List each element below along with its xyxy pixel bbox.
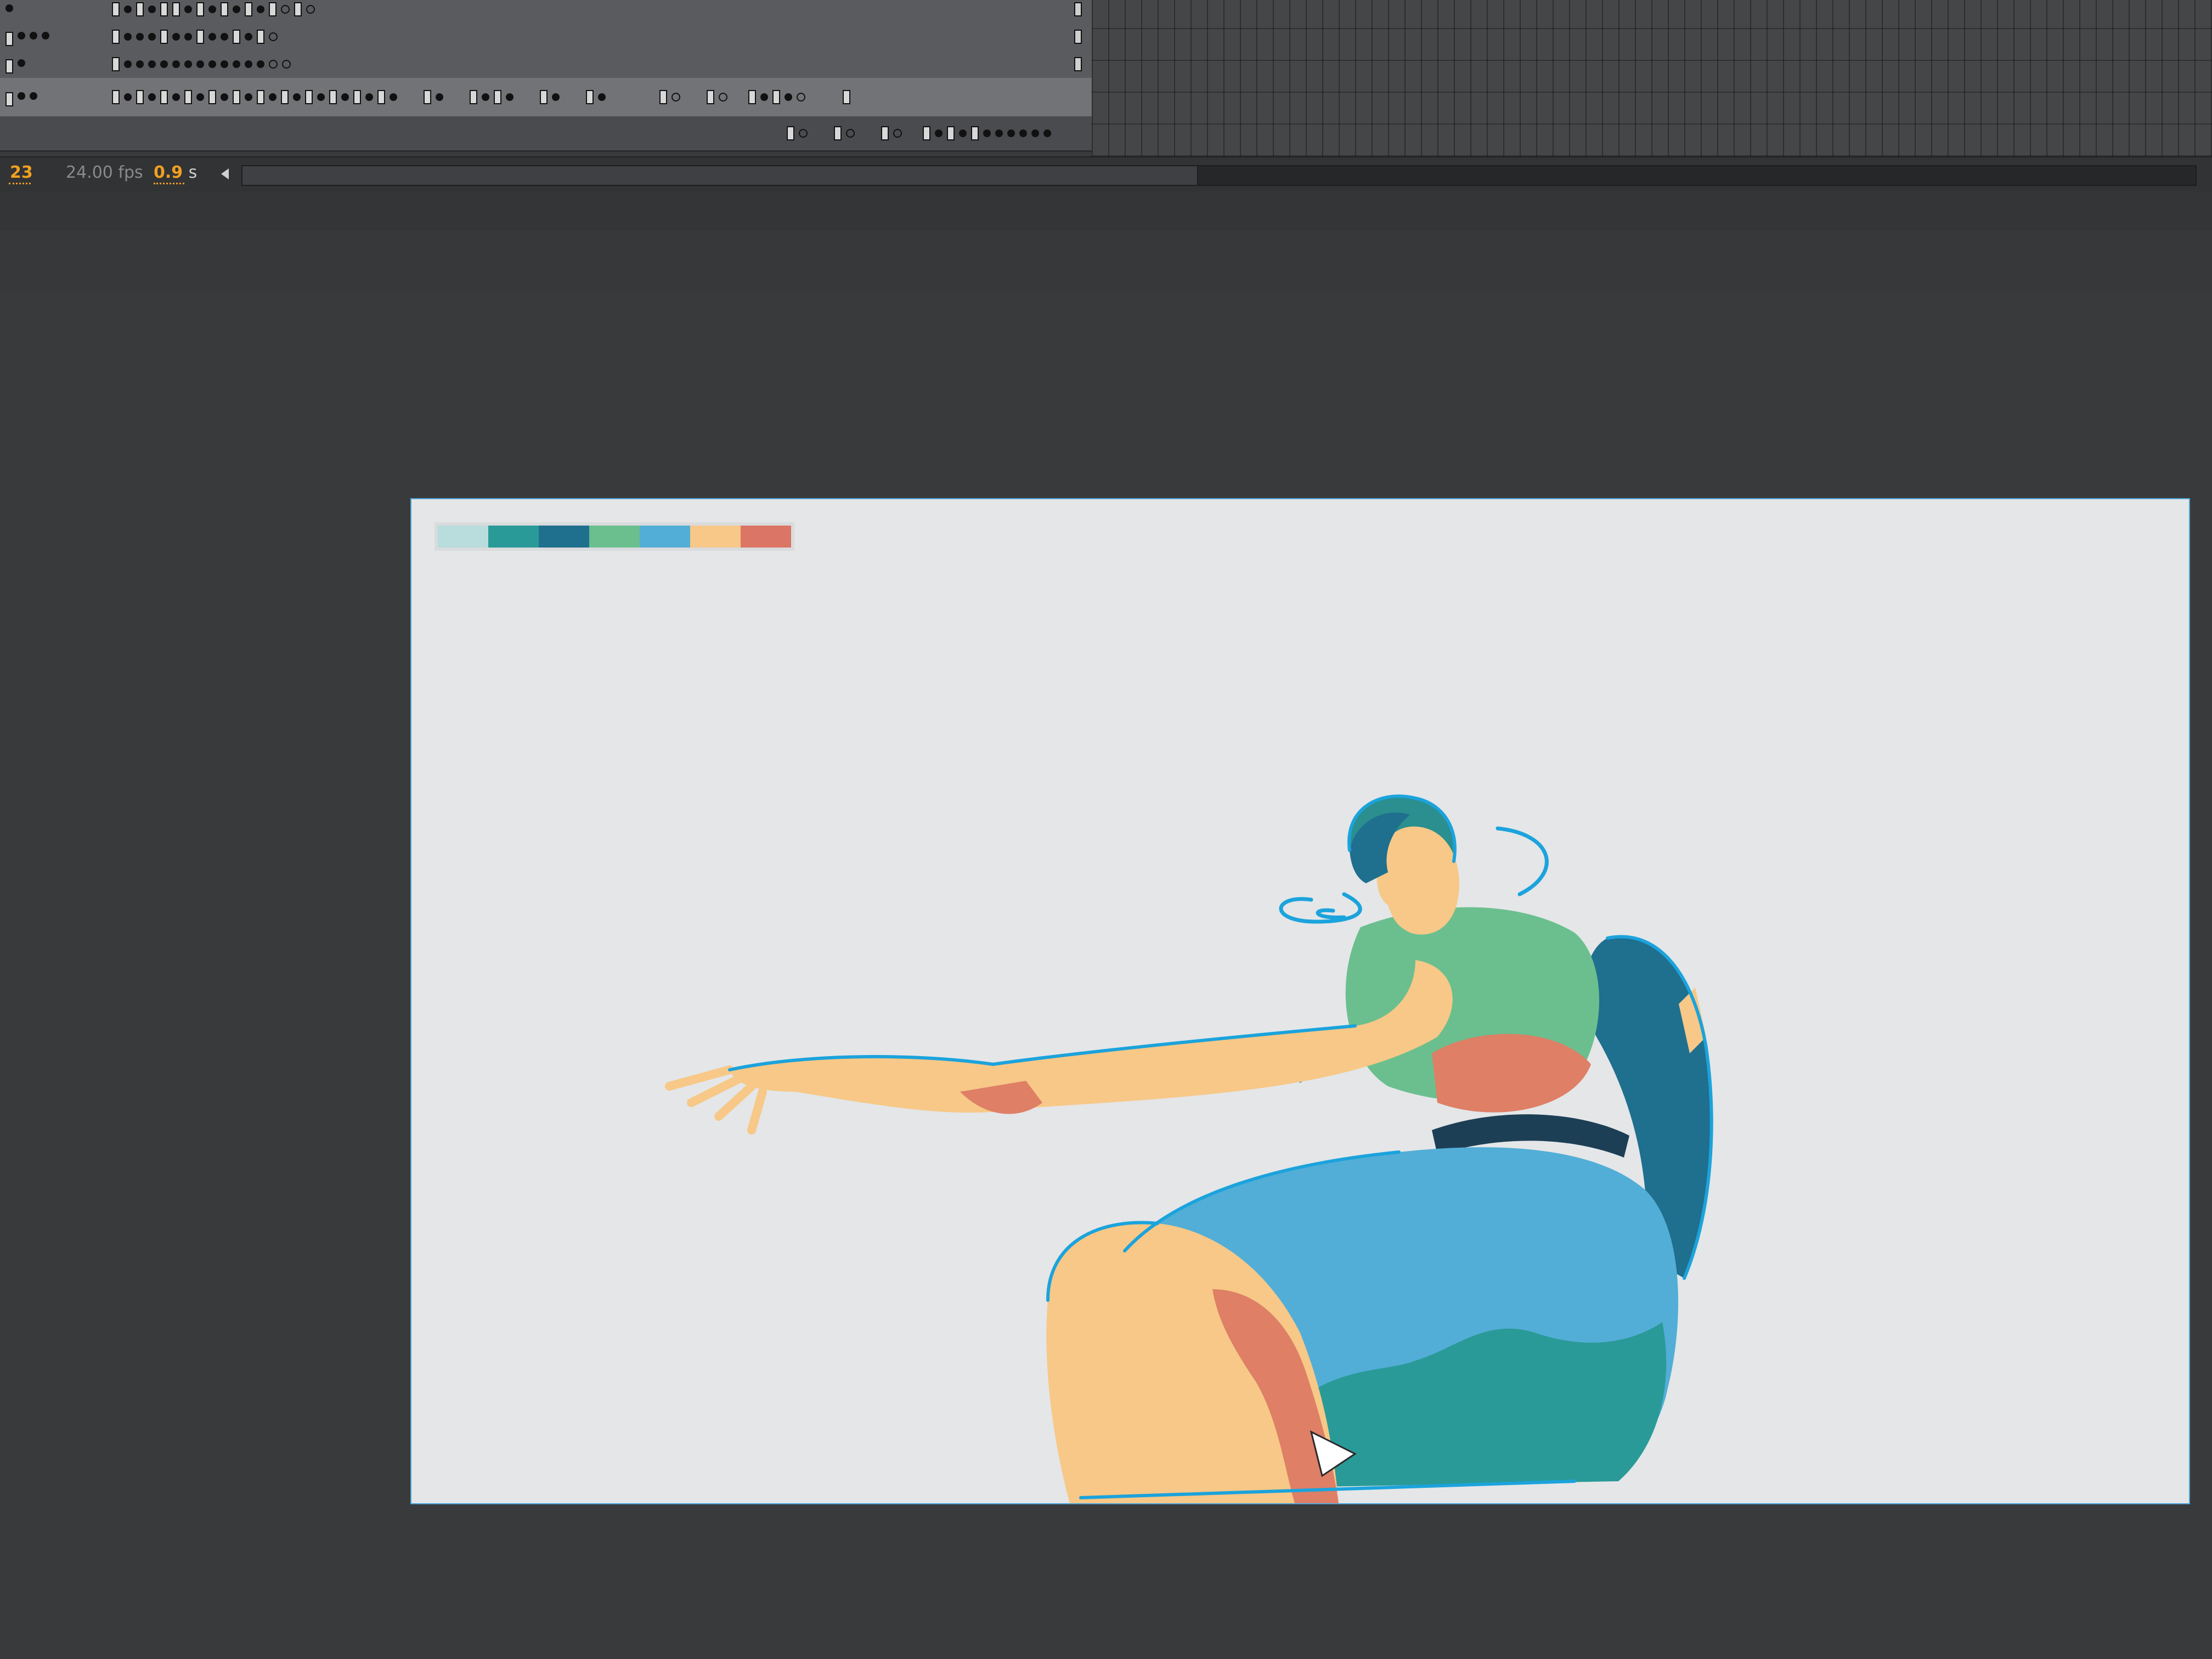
stage-workspace[interactable] — [0, 291, 2212, 1659]
animation-app-screen: 23 24.00 fps 0.9 s — [0, 0, 2212, 1659]
scroll-left-icon[interactable] — [215, 164, 235, 184]
layer-frames[interactable] — [110, 0, 1081, 20]
character-illustration[interactable] — [411, 499, 2189, 1503]
layer-frames[interactable] — [785, 123, 1081, 144]
timeline-layer-row[interactable] — [0, 23, 1092, 52]
timeline-layers — [0, 0, 1092, 156]
panel-divider — [0, 230, 2212, 292]
elapsed-time[interactable]: 0.9 s — [154, 163, 197, 182]
layer-keyframes-left — [3, 59, 27, 74]
timeline-layer-row[interactable] — [0, 50, 1092, 80]
timeline-frame-grid[interactable] — [1092, 0, 2212, 156]
elapsed-time-unit: s — [188, 163, 198, 182]
timeline-layer-row-selected[interactable] — [0, 78, 1092, 118]
layer-keyframes-left — [3, 32, 52, 46]
elapsed-time-value: 0.9 — [154, 163, 183, 182]
layer-keyframes-left — [3, 4, 15, 12]
current-frame-underline — [9, 183, 31, 184]
arm — [730, 960, 1453, 1113]
layer-frames[interactable] — [110, 54, 1081, 75]
stage-canvas[interactable] — [411, 499, 2189, 1503]
timeline-scrollbar[interactable] — [241, 165, 2197, 186]
motion-swirl-right — [1496, 826, 1549, 896]
layer-keyframes-left — [3, 92, 40, 106]
layer-end-frame[interactable] — [1074, 57, 1082, 71]
frame-rate[interactable]: 24.00 fps — [66, 163, 143, 182]
timeline-status-bar: 23 24.00 fps 0.9 s — [0, 156, 2212, 191]
elapsed-time-underline — [154, 183, 184, 184]
layer-end-frame[interactable] — [1074, 30, 1082, 44]
motion-swirl-left-inner — [1316, 908, 1346, 919]
layer-frames[interactable] — [110, 87, 1081, 108]
current-frame-number[interactable]: 23 — [10, 163, 33, 182]
timeline-scrollbar-thumb[interactable] — [242, 166, 1198, 185]
timeline-layer-row[interactable] — [0, 0, 1092, 25]
layer-end-frame[interactable] — [1074, 2, 1082, 16]
layer-frames[interactable] — [110, 26, 1081, 47]
timeline-panel: 23 24.00 fps 0.9 s — [0, 0, 2212, 191]
timeline-layer-row[interactable] — [0, 116, 1092, 152]
motion-swirl-left — [1279, 892, 1362, 924]
